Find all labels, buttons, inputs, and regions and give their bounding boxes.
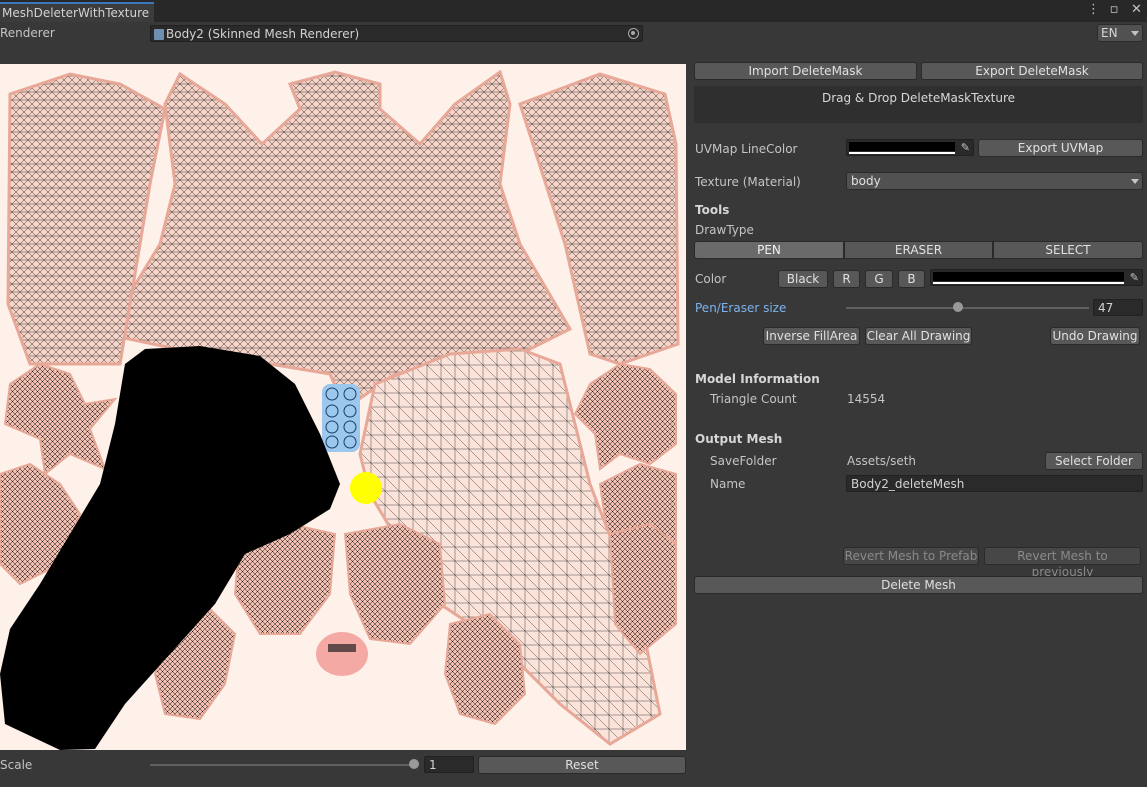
pen-size-slider-knob[interactable]: [952, 302, 963, 312]
uv-map-drawing[interactable]: [0, 64, 686, 750]
scale-label: Scale: [0, 758, 33, 772]
uvmap-color-field[interactable]: ✎: [846, 139, 974, 156]
chevron-down-icon: [1131, 31, 1139, 36]
window-controls: ⋮ ▫ ✕: [1087, 2, 1142, 20]
uvmap-color-swatch: [849, 142, 955, 151]
texture-dropdown[interactable]: body: [846, 172, 1143, 190]
triangle-count-label: Triangle Count: [710, 392, 797, 406]
triangle-count-value: 14554: [847, 392, 886, 406]
pen-size-slider[interactable]: [846, 307, 1089, 309]
scale-slider[interactable]: [150, 764, 416, 766]
uv-canvas[interactable]: [0, 64, 686, 750]
uv-island-mouth: [316, 632, 368, 676]
name-input[interactable]: Body2_deleteMesh: [846, 475, 1143, 492]
drawtype-select-button[interactable]: SELECT: [993, 241, 1143, 259]
uvmap-alpha-bar: [849, 152, 955, 154]
uvmap-linecolor-label: UVMap LineColor: [695, 142, 798, 156]
revert-mesh-to-previously-button[interactable]: Revert Mesh to previously: [984, 547, 1141, 579]
color-b-button[interactable]: B: [898, 270, 925, 288]
pen-color-swatch: [933, 272, 1124, 281]
color-black-button[interactable]: Black: [778, 270, 828, 288]
close-icon[interactable]: ✕: [1131, 2, 1142, 20]
renderer-value: Body2 (Skinned Mesh Renderer): [166, 27, 360, 41]
uv-island-left-hand-top: [3, 362, 118, 476]
renderer-label: Renderer: [0, 26, 55, 40]
tab-bar: MeshDeleterWithTexture ⋮ ▫ ✕: [0, 0, 1147, 22]
brush-cursor: [350, 472, 382, 504]
inverse-fillarea-button[interactable]: Inverse FillArea: [763, 327, 860, 345]
import-deletemask-button[interactable]: Import DeleteMask: [694, 62, 917, 80]
window-tab[interactable]: MeshDeleterWithTexture: [0, 2, 154, 22]
tools-header: Tools: [695, 203, 730, 217]
language-value: EN: [1101, 26, 1118, 40]
reset-button[interactable]: Reset: [478, 756, 686, 774]
color-label: Color: [695, 272, 727, 286]
uv-island-eyes: [322, 384, 360, 452]
drawtype-toolbar: PEN ERASER SELECT: [694, 241, 1143, 259]
texture-value: body: [851, 174, 881, 188]
kebab-menu-icon[interactable]: ⋮: [1087, 2, 1100, 20]
skinned-mesh-icon: [154, 28, 164, 40]
pen-size-input[interactable]: 47: [1093, 299, 1143, 316]
name-label: Name: [710, 477, 746, 491]
object-picker-icon[interactable]: [628, 28, 639, 39]
uv-island-right-hand-top: [573, 362, 677, 471]
select-folder-button[interactable]: Select Folder: [1045, 452, 1143, 470]
language-dropdown[interactable]: EN: [1097, 24, 1143, 42]
savefolder-label: SaveFolder: [710, 454, 777, 468]
color-r-button[interactable]: R: [833, 270, 860, 288]
scale-slider-knob[interactable]: [409, 759, 419, 769]
export-uvmap-button[interactable]: Export UVMap: [978, 139, 1143, 157]
export-deletemask-button[interactable]: Export DeleteMask: [921, 62, 1143, 80]
drawtype-label: DrawType: [695, 223, 754, 237]
texture-label: Texture (Material): [695, 175, 801, 189]
model-information-header: Model Information: [695, 372, 820, 386]
renderer-object-field[interactable]: Body2 (Skinned Mesh Renderer): [150, 25, 643, 42]
scale-input[interactable]: 1: [424, 756, 474, 773]
eyedropper-icon[interactable]: ✎: [961, 141, 970, 154]
savefolder-value: Assets/seth: [847, 454, 917, 468]
drawtype-pen-button[interactable]: PEN: [694, 241, 844, 259]
undo-drawing-button[interactable]: Undo Drawing: [1050, 327, 1140, 345]
clear-all-drawing-button[interactable]: Clear All Drawing: [865, 327, 972, 345]
uv-island-foot-right: [343, 522, 447, 646]
pen-alpha-bar: [933, 282, 1124, 284]
delete-mesh-button[interactable]: Delete Mesh: [694, 576, 1143, 594]
pen-eraser-size-label: Pen/Eraser size: [695, 301, 787, 315]
chevron-down-icon: [1131, 179, 1139, 184]
pen-color-field[interactable]: ✎: [930, 269, 1143, 286]
output-mesh-header: Output Mesh: [695, 432, 783, 446]
drawtype-eraser-button[interactable]: ERASER: [844, 241, 993, 259]
color-g-button[interactable]: G: [865, 270, 893, 288]
deletemask-drop-area[interactable]: Drag & Drop DeleteMaskTexture: [694, 86, 1143, 123]
maximize-icon[interactable]: ▫: [1109, 2, 1119, 20]
eyedropper-icon[interactable]: ✎: [1130, 271, 1139, 284]
revert-mesh-to-prefab-button[interactable]: Revert Mesh to Prefab: [843, 547, 979, 565]
